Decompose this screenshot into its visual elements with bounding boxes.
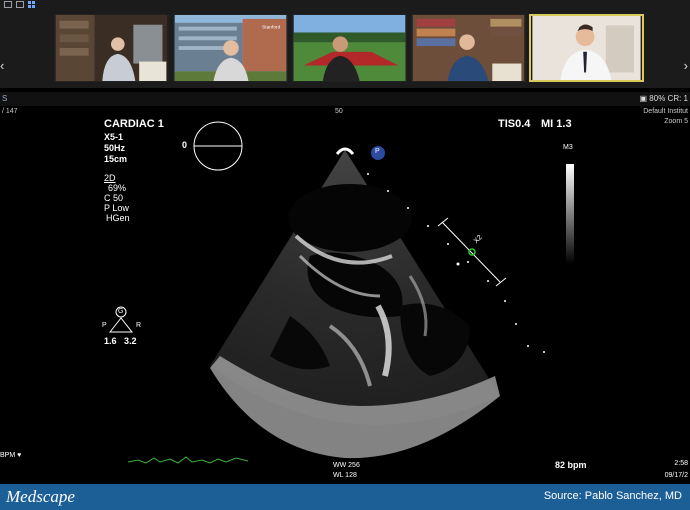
participant-tile-3[interactable] (292, 14, 407, 82)
clock-time: 2:58 (674, 460, 688, 467)
participant-video-4 (412, 15, 525, 81)
view-toggle-group (4, 1, 36, 8)
svg-text:Stanford: Stanford (262, 25, 281, 31)
depth-label: 15cm (104, 154, 128, 164)
frame-rate-label: 50Hz (104, 143, 126, 153)
footer-bar: Medscape Source: Pablo Sanchez, MD (0, 484, 690, 510)
institution-label: Default Institut (643, 108, 688, 115)
probe-label: X5-1 (104, 132, 124, 142)
depth-top-marker: 50 (335, 108, 343, 115)
battery-level: 80% (649, 94, 666, 103)
frame-counter: / 147 (2, 108, 18, 115)
power-label: P Low (104, 203, 129, 213)
window-width: WW 256 (333, 462, 360, 469)
participant-tile-1[interactable] (54, 14, 169, 82)
bpm-readout: 82 bpm (555, 460, 587, 470)
battery-icon: ▣ (639, 94, 648, 103)
colormap-label: M3 (563, 144, 573, 151)
clock-date: 09/17/2 (664, 472, 688, 479)
value-right: 3.2 (124, 336, 137, 346)
participant-video-5 (532, 16, 641, 80)
zoom-label: Zoom 5 (664, 118, 688, 125)
gain-label: 69% (108, 183, 127, 193)
grid-view-icon[interactable] (28, 1, 36, 8)
speaker-view-icon[interactable] (4, 1, 12, 8)
mi-label: MI 1.3 (541, 118, 572, 130)
window-level: WL 128 (333, 472, 357, 479)
participant-video-2: Stanford (174, 15, 287, 81)
orient-p: P (102, 322, 107, 329)
mode-label: 2D (104, 173, 116, 183)
chevron-left-icon[interactable]: ‹ (0, 58, 4, 73)
participant-tile-4[interactable] (411, 14, 526, 82)
status-left-label: S (2, 94, 8, 103)
status-right: ▣ 80% CR: 1 (640, 94, 689, 103)
heart-rate-indicator: BPM ♥ (0, 452, 22, 459)
orient-g: G (118, 308, 124, 315)
chevron-right-icon[interactable]: › (684, 58, 688, 73)
status-bar: S ▣ 80% CR: 1 (0, 92, 690, 106)
brand-logo: Medscape (6, 487, 75, 506)
ultrasound-view: / 147 50 Default Institut Zoom 5 CARDIAC… (0, 106, 690, 484)
participant-video-1 (55, 15, 168, 81)
video-strip: ‹ › Stanford (0, 0, 690, 88)
orient-r: R (136, 322, 142, 329)
participant-tile-2[interactable]: Stanford (173, 14, 288, 82)
gallery-view-icon[interactable] (16, 1, 24, 8)
compress-label: C 50 (104, 193, 124, 203)
value-left: 1.6 (104, 336, 117, 346)
preset-label: CARDIAC 1 (104, 118, 164, 130)
participant-tile-5[interactable] (529, 14, 644, 82)
orientation-zero: 0 (182, 140, 188, 150)
participant-video-3 (293, 15, 406, 81)
tis-label: TIS0.4 (498, 118, 531, 130)
harmonic-label: HGen (106, 213, 130, 223)
cr-label: CR: 1 (667, 94, 688, 103)
source-credit: Source: Pablo Sanchez, MD (543, 490, 682, 502)
p-marker: P (375, 148, 380, 155)
